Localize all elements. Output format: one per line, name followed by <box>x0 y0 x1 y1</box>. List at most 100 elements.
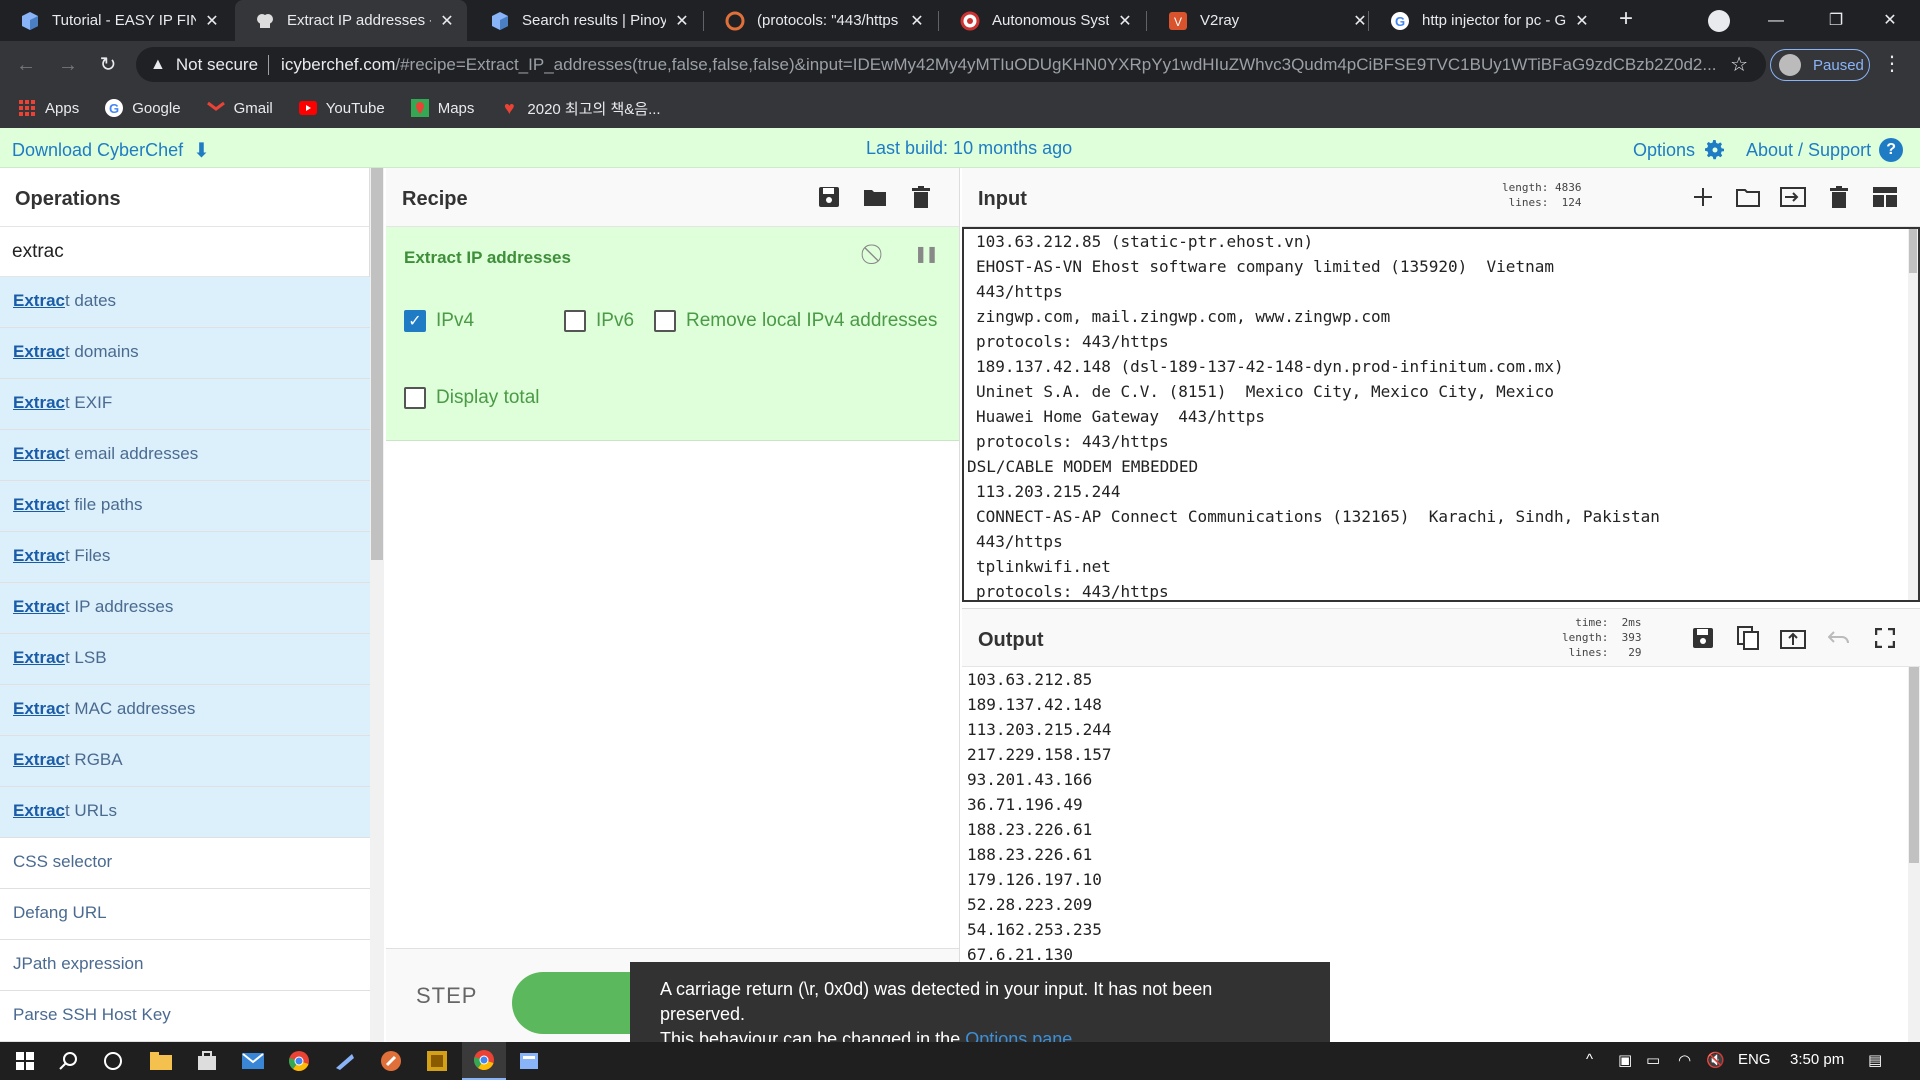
operation-item[interactable]: Extract IP addresses <box>0 583 370 634</box>
bookmark-google[interactable]: G Google <box>105 99 181 117</box>
app-icon[interactable] <box>424 1048 450 1074</box>
options-button[interactable]: Options <box>1633 138 1727 162</box>
operation-item[interactable]: Extract MAC addresses <box>0 685 370 736</box>
scrollbar-thumb[interactable] <box>1909 229 1917 273</box>
operation-item[interactable]: Extract file paths <box>0 481 370 532</box>
display-total-checkbox[interactable]: Display total <box>404 387 540 409</box>
close-icon[interactable]: ✕ <box>909 11 925 31</box>
window-close-icon[interactable]: ✕ <box>1860 0 1920 41</box>
about-support-button[interactable]: About / Support? <box>1746 138 1904 162</box>
operation-item[interactable]: Extract URLs <box>0 787 370 838</box>
checkbox-icon[interactable] <box>404 387 426 409</box>
bookmark-apps[interactable]: Apps <box>18 99 79 117</box>
close-icon[interactable]: ✕ <box>204 11 220 31</box>
app-icon[interactable] <box>332 1048 358 1074</box>
clear-input-icon[interactable] <box>1826 184 1852 210</box>
operation-item[interactable]: Defang URL <box>0 889 370 940</box>
disable-operation-icon[interactable]: ⃠ <box>876 243 898 265</box>
scrollbar-thumb[interactable] <box>1909 667 1919 863</box>
browser-tab[interactable]: Autonomous System Lookup ✕ <box>940 0 1145 41</box>
operation-item[interactable]: Extract EXIF <box>0 379 370 430</box>
close-icon[interactable]: ✕ <box>1117 11 1133 31</box>
operation-item[interactable]: Extract LSB <box>0 634 370 685</box>
minimize-icon[interactable]: — <box>1746 0 1806 41</box>
app-icon[interactable] <box>378 1048 404 1074</box>
operation-item[interactable]: Extract dates <box>0 277 370 328</box>
copy-output-icon[interactable] <box>1735 625 1761 651</box>
browser-tab-active[interactable]: Extract IP addresses - CyberChef ✕ <box>235 0 467 41</box>
close-icon[interactable]: ✕ <box>674 11 690 31</box>
recipe-operation-card[interactable]: Extract IP addresses ⃠ ❚❚ ✓ IPv4 IPv6 Rem… <box>386 227 959 441</box>
operation-item[interactable]: Parse SSH Host Key <box>0 991 370 1042</box>
bookmark-youtube[interactable]: YouTube <box>298 99 385 117</box>
windows-start-icon[interactable] <box>12 1048 38 1074</box>
reload-icon[interactable]: ↻ <box>94 51 122 79</box>
bookmark-books[interactable]: ♥ 2020 최고의 책&음... <box>500 98 661 119</box>
browser-tab[interactable]: Tutorial - EASY IP FINDER ✕ <box>0 0 232 41</box>
clock[interactable]: 3:50 pm <box>1790 1051 1844 1068</box>
chrome-active-icon[interactable] <box>462 1042 506 1080</box>
chevron-up-icon[interactable]: ^ <box>1586 1051 1593 1068</box>
operations-scrollbar[interactable] <box>370 168 384 1042</box>
cortana-icon[interactable] <box>100 1048 126 1074</box>
operation-item[interactable]: Extract RGBA <box>0 736 370 787</box>
operation-item[interactable]: Extract email addresses <box>0 430 370 481</box>
operation-item[interactable]: CSS selector <box>0 838 370 889</box>
new-tab-button[interactable]: + <box>1612 6 1640 34</box>
input-textarea[interactable]: 103.63.212.85 (static-ptr.ehost.vn) EHOST… <box>962 227 1920 602</box>
undo-icon[interactable] <box>1826 625 1852 651</box>
app-icon[interactable] <box>516 1048 542 1074</box>
close-icon[interactable]: ✕ <box>439 11 455 31</box>
ipv6-checkbox[interactable]: IPv6 <box>564 310 634 332</box>
device-icon[interactable]: ▣ <box>1618 1051 1632 1069</box>
download-link[interactable]: Download CyberChef ⬇ <box>12 138 210 163</box>
language-indicator[interactable]: ENG <box>1738 1051 1771 1068</box>
breakpoint-icon[interactable]: ❚❚ <box>914 244 939 264</box>
clear-recipe-icon[interactable] <box>908 184 934 210</box>
ipv4-checkbox[interactable]: ✓ IPv4 <box>404 310 474 332</box>
back-icon[interactable]: ← <box>12 51 40 79</box>
checkbox-icon[interactable] <box>654 310 676 332</box>
forward-icon[interactable]: → <box>54 51 82 79</box>
browser-tab[interactable]: V V2ray ✕ <box>1148 0 1380 41</box>
bookmark-maps[interactable]: Maps <box>410 99 474 117</box>
output-scrollbar[interactable] <box>1908 667 1920 1042</box>
open-file-icon[interactable] <box>1780 184 1806 210</box>
browser-menu-icon[interactable]: ⋮ <box>1882 51 1902 76</box>
save-recipe-icon[interactable] <box>816 184 842 210</box>
bookmark-gmail[interactable]: Gmail <box>206 99 273 117</box>
notifications-icon[interactable]: ▤ <box>1868 1051 1882 1069</box>
operation-item[interactable]: Extract Files <box>0 532 370 583</box>
file-explorer-icon[interactable] <box>148 1048 174 1074</box>
volume-muted-icon[interactable]: 🔇 <box>1706 1051 1725 1069</box>
mail-icon[interactable] <box>240 1048 266 1074</box>
remove-local-checkbox[interactable]: Remove local IPv4 addresses <box>654 310 937 332</box>
battery-icon[interactable]: ▭ <box>1646 1051 1660 1069</box>
load-recipe-icon[interactable] <box>862 184 888 210</box>
operation-item[interactable]: JPath expression <box>0 940 370 991</box>
layout-icon[interactable] <box>1872 184 1898 210</box>
checkbox-icon[interactable] <box>564 310 586 332</box>
browser-tab[interactable]: (protocols: "443/https ✕ <box>705 0 937 41</box>
search-icon[interactable] <box>56 1048 82 1074</box>
profile-button[interactable]: Paused <box>1770 49 1870 81</box>
operations-search-input[interactable]: extrac <box>0 227 369 277</box>
checkbox-checked-icon[interactable]: ✓ <box>404 310 426 332</box>
tab-search-icon[interactable] <box>1708 10 1730 32</box>
add-tab-icon[interactable] <box>1690 184 1716 210</box>
open-folder-icon[interactable] <box>1735 184 1761 210</box>
browser-tab[interactable]: Search results | Pinoy ✕ <box>470 0 702 41</box>
address-input[interactable]: ▲ Not secure icyberchef.com/#recipe=Extr… <box>136 47 1766 82</box>
input-scrollbar[interactable] <box>1908 229 1918 600</box>
close-icon[interactable]: ✕ <box>1574 11 1590 31</box>
scrollbar-thumb[interactable] <box>371 168 383 560</box>
replace-input-icon[interactable] <box>1780 625 1806 651</box>
restore-icon[interactable]: ❐ <box>1806 0 1866 41</box>
maximize-icon[interactable] <box>1872 625 1898 651</box>
close-icon[interactable]: ✕ <box>1352 11 1368 31</box>
save-output-icon[interactable] <box>1690 625 1716 651</box>
store-icon[interactable] <box>194 1048 220 1074</box>
bookmark-star-icon[interactable]: ☆ <box>1730 52 1748 77</box>
step-button[interactable]: STEP <box>416 983 477 1009</box>
wifi-icon[interactable]: ◠ <box>1678 1051 1691 1069</box>
